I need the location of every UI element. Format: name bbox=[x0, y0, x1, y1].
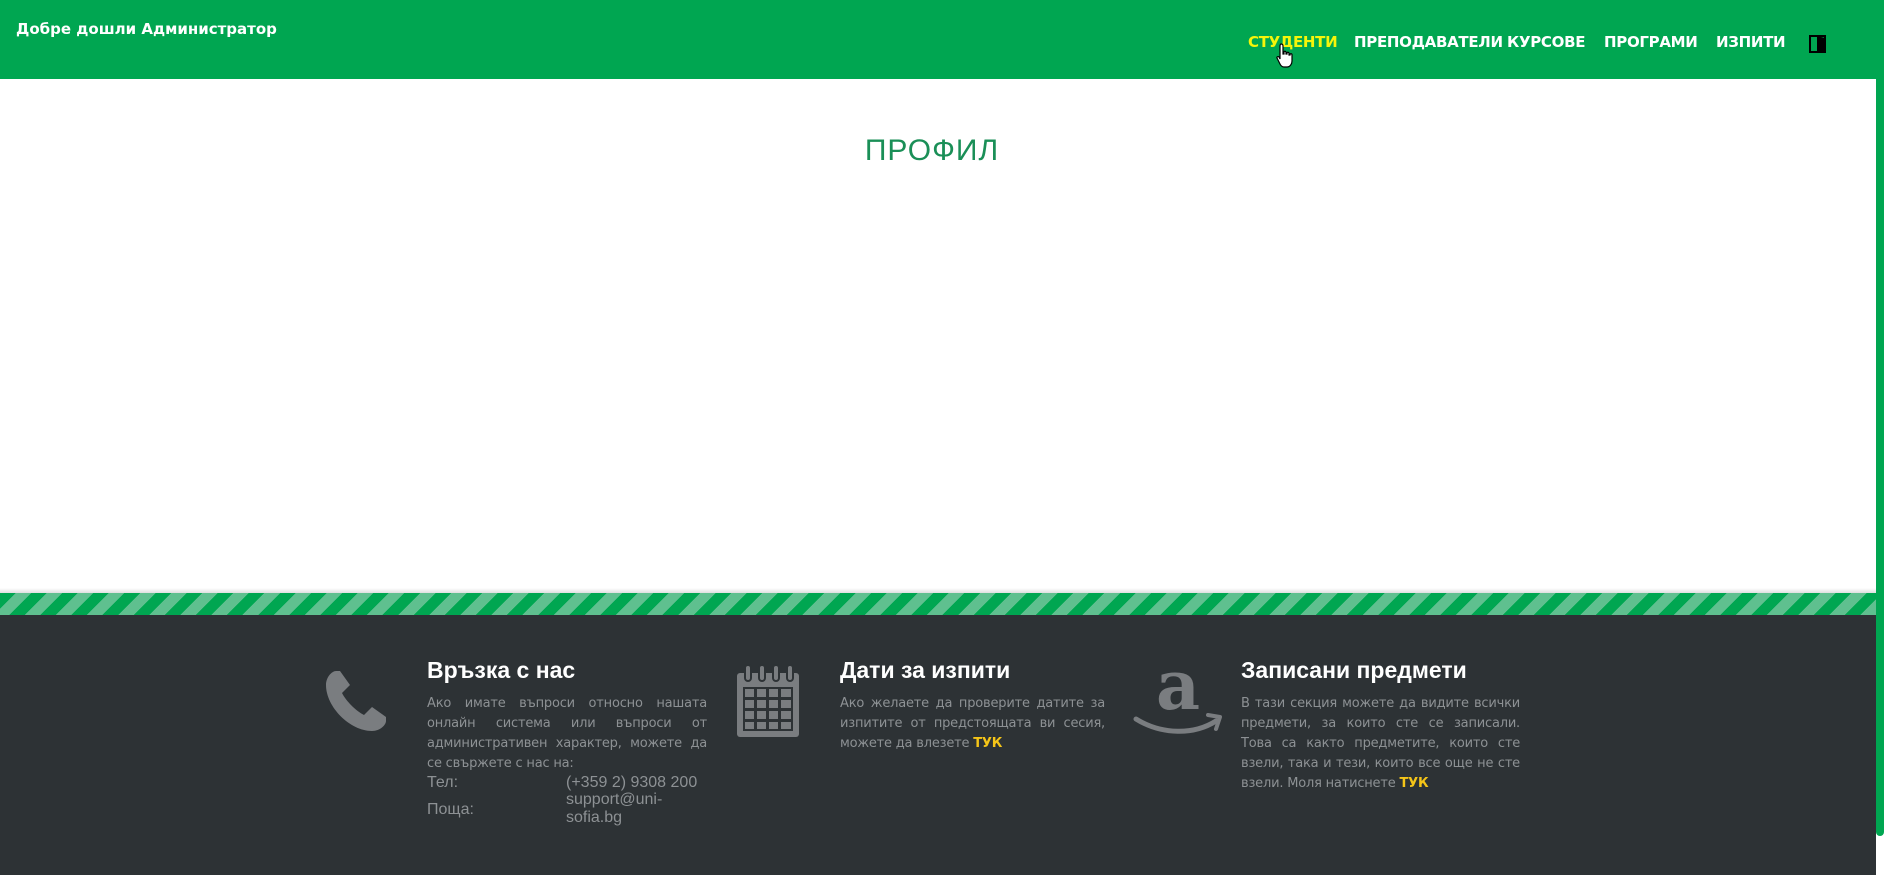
logout-door-icon[interactable] bbox=[1809, 35, 1827, 53]
welcome-message: Добре дошли Администратор bbox=[16, 20, 277, 38]
nav-exams[interactable]: ИЗПИТИ bbox=[1716, 33, 1786, 51]
email-value-line1[interactable]: support@uni- bbox=[566, 791, 662, 809]
exams-link[interactable]: ТУК bbox=[973, 736, 1002, 751]
amazon-icon: a bbox=[1132, 646, 1224, 748]
footer: Връзка с нас Ако имате въпроси относно н… bbox=[0, 615, 1876, 875]
phone-value: (+359 2) 9308 200 bbox=[566, 774, 698, 791]
phone-label: Тел: bbox=[427, 774, 459, 791]
nav-courses[interactable]: КУРСОВЕ bbox=[1507, 33, 1585, 51]
exams-title: Дати за изпити bbox=[840, 657, 1011, 683]
contact-title: Връзка с нас bbox=[427, 657, 576, 683]
mouse-pointer-icon bbox=[1275, 43, 1295, 69]
email-value-line2[interactable]: sofia.bg bbox=[566, 809, 622, 827]
svg-text:a: a bbox=[1156, 659, 1200, 726]
courses-text: В тази секция можете да видите всички пр… bbox=[1241, 694, 1520, 794]
page-title: ПРОФИЛ bbox=[864, 134, 1000, 167]
email-label: Поща: bbox=[427, 801, 474, 818]
courses-text-body: В тази секция можете да видите всички пр… bbox=[1241, 696, 1520, 791]
contact-text: Ако имате въпроси относно нашата онлайн … bbox=[427, 696, 707, 771]
top-navigation-bar: Добре дошли Администратор СТУДЕНТИ ПРЕПО… bbox=[0, 0, 1876, 79]
nav-teachers[interactable]: ПРЕПОДАВАТЕЛИ bbox=[1354, 33, 1503, 51]
calendar-icon bbox=[735, 663, 801, 744]
nav-programs[interactable]: ПРОГРАМИ bbox=[1604, 33, 1698, 51]
scrollbar-thumb[interactable] bbox=[1876, 0, 1884, 836]
courses-link[interactable]: ТУК bbox=[1399, 776, 1428, 791]
footer-stripes bbox=[0, 593, 1876, 615]
exams-text: Ако желаете да проверите датите за изпит… bbox=[840, 694, 1105, 754]
courses-title: Записани предмети bbox=[1241, 657, 1467, 683]
phone-icon bbox=[322, 667, 390, 740]
